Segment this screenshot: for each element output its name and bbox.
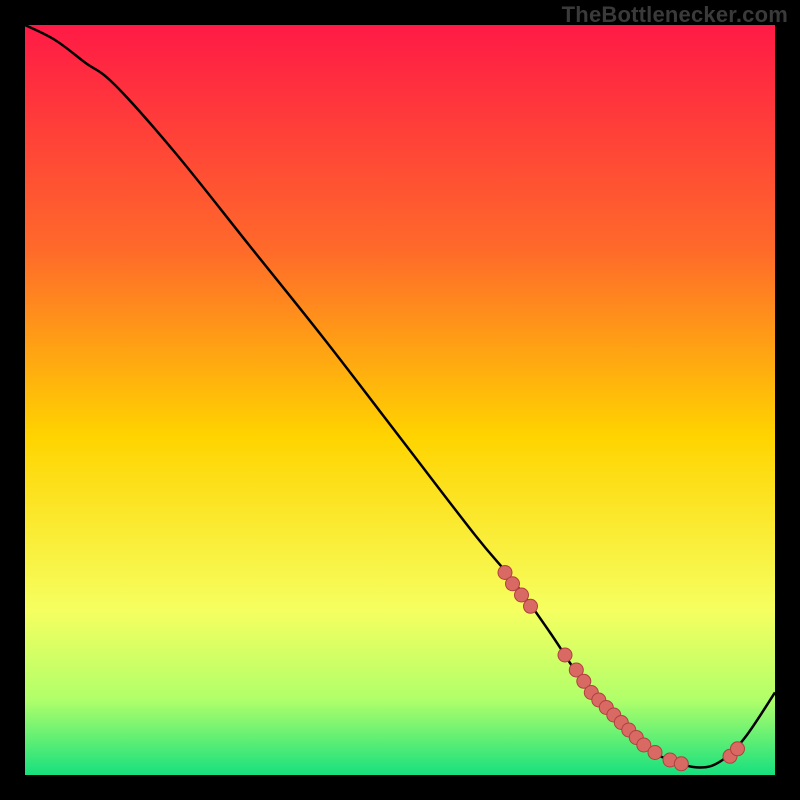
gradient-background bbox=[25, 25, 775, 775]
chart-svg bbox=[25, 25, 775, 775]
chart-frame: TheBottlenecker.com bbox=[0, 0, 800, 800]
data-marker bbox=[558, 648, 572, 662]
data-marker bbox=[524, 599, 538, 613]
plot-area bbox=[25, 25, 775, 775]
data-marker bbox=[731, 742, 745, 756]
data-marker bbox=[674, 757, 688, 771]
data-marker bbox=[506, 577, 520, 591]
data-marker bbox=[648, 746, 662, 760]
data-marker bbox=[515, 588, 529, 602]
